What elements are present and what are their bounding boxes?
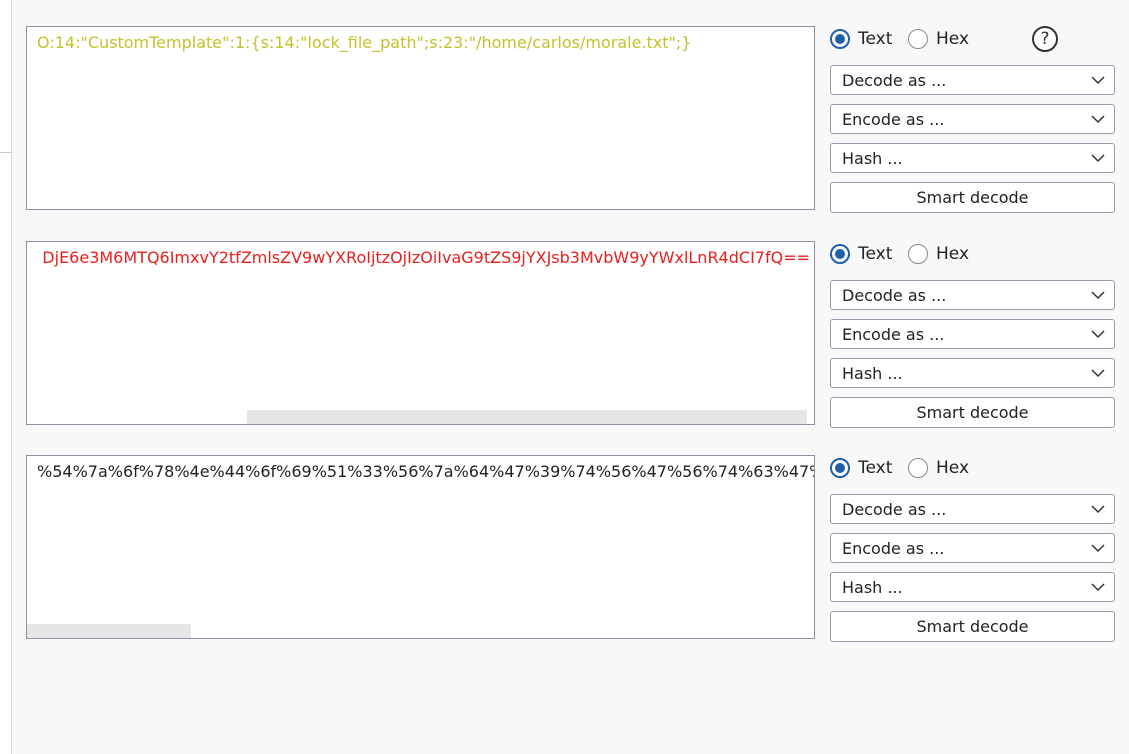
decoder-panel-3: %54%7a%6f%78%4e%44%6f%69%51%33%56%7a%64%… [0,455,1129,642]
decode-as-select[interactable]: Decode as ... [830,494,1115,524]
encode-as-select[interactable]: Encode as ... [830,533,1115,563]
radio-text[interactable]: Text [830,29,892,49]
radio-text[interactable]: Text [830,244,892,264]
format-radio-group: Text Hex [830,241,1115,271]
chevron-down-icon [1091,291,1105,300]
encode-as-label: Encode as ... [842,539,945,558]
encode-as-label: Encode as ... [842,110,945,129]
smart-decode-button[interactable]: Smart decode [830,397,1115,428]
radio-text-label: Text [858,244,893,264]
format-radio-group: Text Hex [830,455,1115,485]
hash-select[interactable]: Hash ... [830,572,1115,602]
radio-selected-icon [830,244,850,264]
encode-as-select[interactable]: Encode as ... [830,319,1115,349]
decode-as-select[interactable]: Decode as ... [830,65,1115,95]
chevron-down-icon [1091,330,1105,339]
input-text-area-2[interactable]: DjE6e3M6MTQ6ImxvY2tfZmlsZV9wYXRoIjtzOjIz… [26,241,815,425]
horizontal-scrollbar[interactable] [247,410,807,424]
input-text-area-1[interactable]: O:14:"CustomTemplate":1:{s:14:"lock_file… [26,26,815,210]
decoder-panel-1: O:14:"CustomTemplate":1:{s:14:"lock_file… [0,26,1129,213]
smart-decode-button[interactable]: Smart decode [830,611,1115,642]
format-radio-group: Text Hex ? [830,26,1115,56]
radio-hex-label: Hex [936,458,970,478]
controls-2: Text Hex Decode as ... Encode as ... Has… [830,241,1115,428]
decode-as-select[interactable]: Decode as ... [830,280,1115,310]
radio-unselected-icon [908,458,928,478]
decoder-panel-2: DjE6e3M6MTQ6ImxvY2tfZmlsZV9wYXRoIjtzOjIz… [0,241,1129,428]
chevron-down-icon [1091,154,1105,163]
radio-selected-icon [830,458,850,478]
decoded-text: O:14:"CustomTemplate":1:{s:14:"lock_file… [37,33,692,52]
radio-text-label: Text [858,29,893,49]
chevron-down-icon [1091,583,1105,592]
radio-hex[interactable]: Hex [908,29,969,49]
hash-label: Hash ... [842,149,903,168]
hash-select[interactable]: Hash ... [830,143,1115,173]
chevron-down-icon [1091,115,1105,124]
chevron-down-icon [1091,544,1105,553]
hash-select[interactable]: Hash ... [830,358,1115,388]
radio-text[interactable]: Text [830,458,892,478]
horizontal-scrollbar[interactable] [27,624,191,638]
hash-label: Hash ... [842,578,903,597]
encode-as-label: Encode as ... [842,325,945,344]
radio-hex[interactable]: Hex [908,244,969,264]
chevron-down-icon [1091,505,1105,514]
hash-label: Hash ... [842,364,903,383]
decode-as-label: Decode as ... [842,500,947,519]
decode-as-label: Decode as ... [842,286,947,305]
radio-selected-icon [830,29,850,49]
chevron-down-icon [1091,76,1105,85]
controls-1: Text Hex ? Decode as ... Encode as ... H… [830,26,1115,213]
url-encoded-text: %54%7a%6f%78%4e%44%6f%69%51%33%56%7a%64%… [37,462,815,481]
decode-as-label: Decode as ... [842,71,947,90]
encode-as-select[interactable]: Encode as ... [830,104,1115,134]
input-text-area-3[interactable]: %54%7a%6f%78%4e%44%6f%69%51%33%56%7a%64%… [26,455,815,639]
radio-hex-label: Hex [936,29,970,49]
chevron-down-icon [1091,369,1105,378]
radio-hex[interactable]: Hex [908,458,969,478]
controls-3: Text Hex Decode as ... Encode as ... Has… [830,455,1115,642]
radio-hex-label: Hex [936,244,970,264]
smart-decode-button[interactable]: Smart decode [830,182,1115,213]
radio-text-label: Text [858,458,893,478]
encoded-text: DjE6e3M6MTQ6ImxvY2tfZmlsZV9wYXRoIjtzOjIz… [42,248,810,267]
help-icon[interactable]: ? [1032,26,1058,52]
radio-unselected-icon [908,29,928,49]
radio-unselected-icon [908,244,928,264]
